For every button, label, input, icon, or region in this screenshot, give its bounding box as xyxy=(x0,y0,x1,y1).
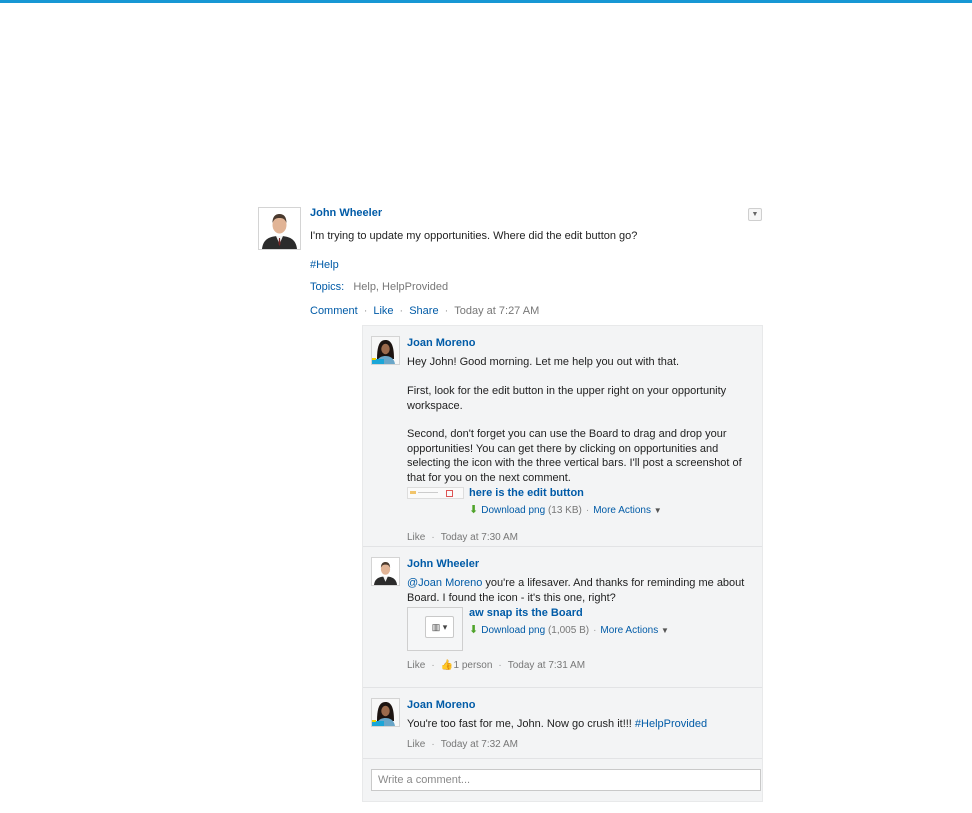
chevron-down-icon: ▼ xyxy=(751,211,759,218)
more-actions-link[interactable]: More Actions xyxy=(600,625,658,636)
separator-dot: · xyxy=(498,660,502,672)
comment-body: Joan Moreno You're too fast for me, John… xyxy=(407,698,747,752)
comment-meta: Like · Today at 7:32 AM xyxy=(407,738,747,752)
hashtag-link[interactable]: #HelpProvided xyxy=(635,718,707,730)
topics-label: Topics: xyxy=(310,281,345,293)
download-icon: ⬇ xyxy=(469,624,479,637)
likes-count[interactable]: 1 person xyxy=(453,660,492,671)
person-photo-icon xyxy=(372,558,399,585)
comment-text: @Joan Moreno you're a lifesaver. And tha… xyxy=(407,576,747,605)
like-link[interactable]: Like xyxy=(373,305,393,317)
separator-dot: · xyxy=(363,305,368,317)
avatar-john-wheeler[interactable] xyxy=(258,207,301,250)
avatar-joan-moreno[interactable] xyxy=(371,336,400,365)
mention-link[interactable]: @Joan Moreno xyxy=(407,577,482,589)
post-actions: Comment · Like · Share · Today at 7:27 AM xyxy=(310,305,539,317)
comment-timestamp[interactable]: Today at 7:31 AM xyxy=(508,660,585,671)
comment-author-link[interactable]: Joan Moreno xyxy=(407,336,747,350)
share-link[interactable]: Share xyxy=(409,305,438,317)
separator-dot: · xyxy=(399,305,404,317)
avatar-joan-moreno[interactable] xyxy=(371,698,400,727)
post-text: I'm trying to update my opportunities. W… xyxy=(310,230,638,242)
comment-paragraph: Second, don't forget you can use the Boa… xyxy=(407,428,742,484)
comment-timestamp[interactable]: Today at 7:32 AM xyxy=(441,739,518,750)
comment-text-body: You're too fast for me, John. Now go cru… xyxy=(407,718,635,731)
person-photo-icon xyxy=(259,208,300,249)
post-topics: Topics: Help, HelpProvided xyxy=(310,281,448,293)
person-photo-icon xyxy=(372,699,399,726)
comment-body: Joan Moreno Hey John! Good morning. Let … xyxy=(407,336,747,545)
separator-dot: · xyxy=(431,660,435,672)
post-menu-button[interactable]: ▼ xyxy=(748,208,762,221)
attachment-thumbnail[interactable] xyxy=(407,487,464,500)
separator-dot: · xyxy=(593,625,597,637)
more-actions-link[interactable]: More Actions xyxy=(593,505,651,516)
comment-item: Joan Moreno You're too fast for me, John… xyxy=(363,688,762,759)
comment-timestamp[interactable]: Today at 7:30 AM xyxy=(441,532,518,543)
download-link[interactable]: Download png xyxy=(481,625,545,636)
comment-author-link[interactable]: Joan Moreno xyxy=(407,698,747,712)
attachment-size: (1,005 B) xyxy=(547,625,590,637)
separator-dot: · xyxy=(444,305,449,317)
attachment: here is the edit button ⬇ Download png (1… xyxy=(407,487,747,527)
topics-values: Help, HelpProvided xyxy=(353,281,449,293)
comment-composer xyxy=(363,759,762,801)
top-accent-bar xyxy=(0,0,972,3)
comment-paragraph: First, look for the edit button in the u… xyxy=(407,385,727,412)
comment-item: Joan Moreno Hey John! Good morning. Let … xyxy=(363,326,762,547)
board-icon: ▥ ▾ xyxy=(425,616,454,639)
avatar-john-wheeler[interactable] xyxy=(371,557,400,586)
attachment-name-link[interactable]: aw snap its the Board xyxy=(469,606,583,620)
comment-like-link[interactable]: Like xyxy=(407,532,425,543)
comment-input[interactable] xyxy=(371,769,761,791)
comment-meta: Like · Today at 7:30 AM xyxy=(407,531,747,545)
attachment-name-link[interactable]: here is the edit button xyxy=(469,486,584,500)
comment-body: John Wheeler @Joan Moreno you're a lifes… xyxy=(407,557,747,674)
comments-section: Joan Moreno Hey John! Good morning. Let … xyxy=(362,325,763,802)
comment-text: You're too fast for me, John. Now go cru… xyxy=(407,717,747,731)
attachment: ▥ ▾ aw snap its the Board ⬇ Download png … xyxy=(407,607,747,655)
comment-meta: Like · 👍 1 person · Today at 7:31 AM xyxy=(407,659,747,673)
download-icon: ⬇ xyxy=(469,504,479,517)
caret-down-icon[interactable]: ▼ xyxy=(654,506,662,515)
thumbs-up-icon: 👍 xyxy=(440,660,454,672)
comment-paragraph: Hey John! Good morning. Let me help you … xyxy=(407,356,680,369)
comment-like-link[interactable]: Like xyxy=(407,739,425,750)
separator-dot: · xyxy=(431,738,435,750)
comment-like-link[interactable]: Like xyxy=(407,660,425,671)
attachment-meta: ⬇ Download png (13 KB) · More Actions ▼ xyxy=(469,503,662,518)
post-timestamp[interactable]: Today at 7:27 AM xyxy=(454,305,539,317)
comment-item: John Wheeler @Joan Moreno you're a lifes… xyxy=(363,547,762,688)
attachment-meta: ⬇ Download png (1,005 B) · More Actions ▼ xyxy=(469,623,669,638)
separator-dot: · xyxy=(431,532,435,544)
attachment-thumbnail[interactable]: ▥ ▾ xyxy=(407,607,463,652)
caret-down-icon[interactable]: ▼ xyxy=(661,626,669,635)
download-link[interactable]: Download png xyxy=(481,505,545,516)
comment-link[interactable]: Comment xyxy=(310,305,358,317)
separator-dot: · xyxy=(585,505,590,517)
post-hashtag-link[interactable]: #Help xyxy=(310,259,339,271)
person-photo-icon xyxy=(372,337,399,364)
attachment-size: (13 KB) xyxy=(547,505,582,517)
comment-author-link[interactable]: John Wheeler xyxy=(407,557,747,571)
post-author-link[interactable]: John Wheeler xyxy=(310,207,382,219)
